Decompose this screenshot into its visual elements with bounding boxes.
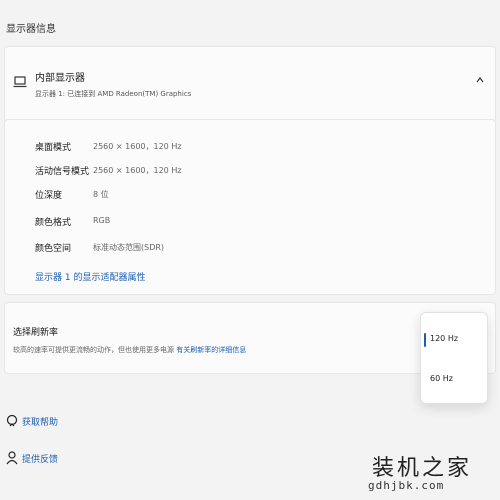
display-subtitle: 显示器 1: 已连接到 AMD Radeon(TM) Graphics	[35, 90, 192, 98]
laptop-icon	[13, 76, 27, 88]
desktop-mode-value: 2560 × 1600，120 Hz	[93, 142, 182, 151]
refresh-rate-info-link[interactable]: 有关刷新率的详细信息	[176, 346, 246, 354]
refresh-rate-title: 选择刷新率	[13, 328, 59, 338]
color-format-label: 颜色格式	[35, 218, 72, 228]
feedback-label: 提供反馈	[22, 455, 59, 465]
display-details-panel: 桌面模式 2560 × 1600，120 Hz 活动信号模式 2560 × 16…	[4, 119, 496, 295]
refresh-option-120hz[interactable]: 120 Hz	[421, 325, 487, 355]
color-format-value: RGB	[93, 216, 111, 225]
help-icon	[6, 414, 18, 427]
refresh-option-60hz-label: 60 Hz	[430, 374, 453, 383]
active-signal-mode-label: 活动信号模式	[35, 167, 90, 177]
get-help-link[interactable]: 获取帮助	[6, 414, 86, 430]
feedback-icon	[6, 451, 18, 465]
refresh-rate-description: 较高的速率可提供更流畅的动作，但也使用更多电源 有关刷新率的详细信息	[13, 345, 246, 355]
section-title: 显示器信息	[6, 24, 56, 35]
desktop-mode-label: 桌面模式	[35, 143, 72, 153]
color-space-value: 标准动态范围(SDR)	[93, 243, 165, 252]
chevron-up-icon[interactable]	[475, 75, 485, 85]
refresh-rate-description-text: 较高的速率可提供更流畅的动作，但也使用更多电源	[13, 346, 174, 354]
refresh-option-120hz-label: 120 Hz	[430, 334, 459, 343]
bit-depth-label: 位深度	[35, 191, 63, 201]
get-help-label: 获取帮助	[22, 418, 59, 428]
watermark-url: gdhjbk.com	[368, 479, 445, 492]
feedback-link[interactable]: 提供反馈	[6, 451, 86, 467]
color-space-label: 颜色空间	[35, 244, 72, 254]
watermark-logo-text: 装机之家	[372, 456, 473, 481]
display-title: 内部显示器	[35, 73, 85, 84]
bit-depth-value: 8 位	[93, 190, 109, 199]
internal-display-card[interactable]: 内部显示器 显示器 1: 已连接到 AMD Radeon(TM) Graphic…	[4, 46, 496, 122]
refresh-rate-dropdown[interactable]: 120 Hz 60 Hz	[420, 312, 488, 404]
selected-indicator	[424, 333, 426, 347]
active-signal-mode-value: 2560 × 1600，120 Hz	[93, 166, 182, 175]
adapter-properties-link[interactable]: 显示器 1 的显示适配器属性	[35, 270, 145, 283]
refresh-option-60hz[interactable]: 60 Hz	[421, 365, 487, 395]
